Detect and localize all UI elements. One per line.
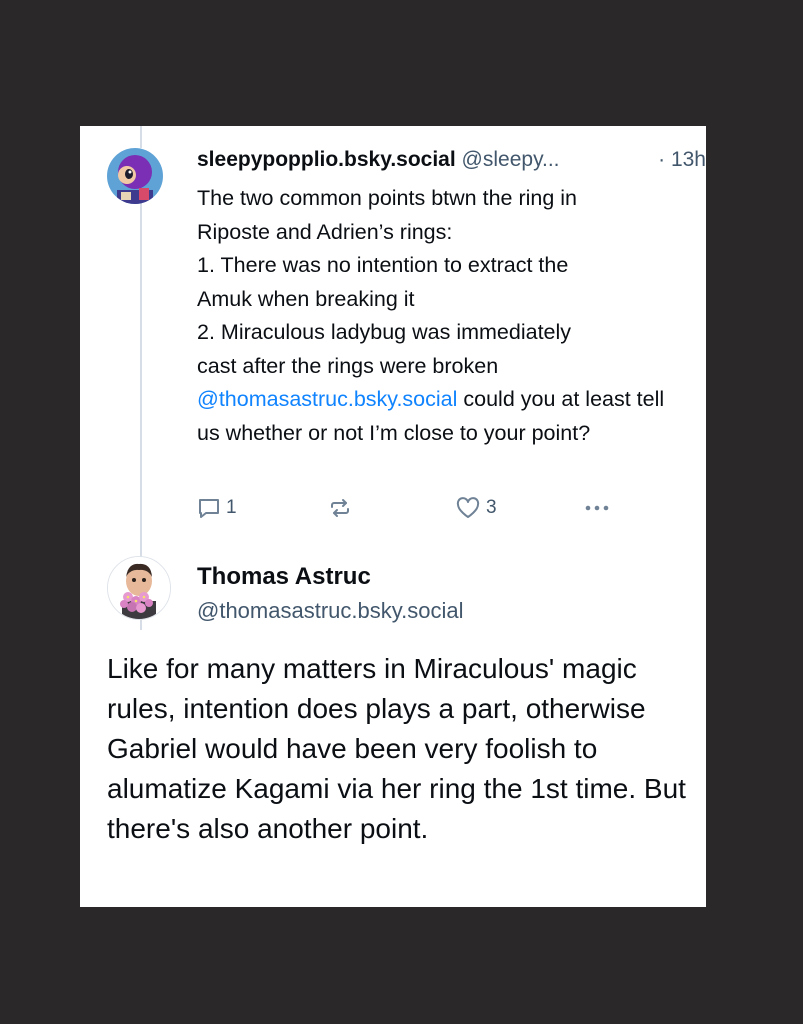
comment-icon [197, 496, 221, 520]
mention-link[interactable]: @thomasastruc.bsky.social [197, 387, 457, 411]
post-line: cast after the rings were broken [197, 353, 499, 378]
reply-author-handle[interactable]: @thomasastruc.bsky.social [197, 596, 463, 626]
more-options-button[interactable] [583, 492, 611, 524]
like-count: 3 [486, 497, 497, 518]
author-display-name[interactable]: sleepypopplio.bsky.social [197, 148, 456, 171]
avatar-thomas-astruc[interactable] [107, 556, 171, 620]
post-actions: 1 3 [197, 492, 617, 524]
post-line: Amuk when breaking it [197, 286, 415, 311]
thread-line-top [140, 126, 142, 148]
post-header: sleepypopplio.bsky.social @sleepy... · 1… [197, 144, 706, 176]
heart-icon [455, 496, 481, 520]
post-timestamp[interactable]: · 13h [654, 144, 706, 176]
screenshot-card: sleepypopplio.bsky.social @sleepy... · 1… [80, 126, 706, 907]
post-text: The two common points btwn the ring in R… [197, 182, 687, 450]
reply-count: 1 [226, 497, 237, 518]
reply-text: Like for many matters in Miraculous' mag… [107, 653, 686, 844]
author-handle[interactable]: @sleepy... [462, 148, 560, 171]
post-line: Riposte and Adrien’s rings: [197, 219, 453, 244]
post-line: 1. There was no intention to extract the [197, 253, 569, 277]
post-line: 2. Miraculous ladybug was immediately [197, 320, 572, 344]
like-button[interactable]: 3 [455, 492, 497, 524]
avatar-sleepypopplio[interactable] [107, 148, 163, 204]
reply-author-name[interactable]: Thomas Astruc [197, 562, 371, 592]
reply-button[interactable]: 1 [197, 492, 237, 524]
more-dots-icon [583, 496, 611, 520]
repost-icon [328, 496, 352, 520]
repost-button[interactable] [328, 492, 352, 524]
post-line: The two common points btwn the ring in [197, 186, 578, 210]
